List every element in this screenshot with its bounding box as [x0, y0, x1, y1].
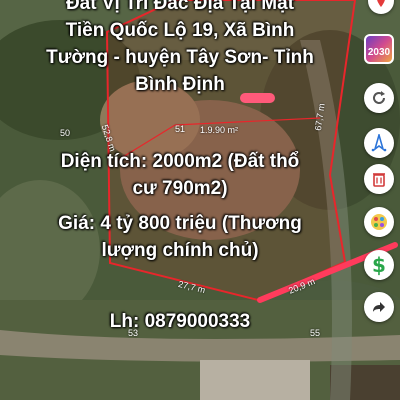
listing-area: Diện tích: 2000m2 (Đất thổ cư 790m2) [15, 148, 345, 202]
compass-button[interactable] [364, 128, 394, 158]
share-icon [373, 302, 385, 312]
title-line: Bình Định [135, 74, 225, 95]
location-pin-icon [377, 0, 385, 7]
listing-phone: Lh: 0879000333 [109, 311, 251, 332]
listing-price: Giá: 4 tỷ 800 triệu (Thương lượng chính … [15, 210, 345, 264]
listing-title: Đất Vị Trí Đắc Địa Tại Mặt Tiền Quốc Lộ … [0, 0, 360, 98]
measure-area: 1.9.90 m² [200, 125, 239, 135]
refresh-button[interactable] [364, 83, 394, 113]
price-button[interactable]: $ [364, 250, 394, 280]
year-badge[interactable]: 2030 [364, 34, 394, 64]
compass-icon [371, 134, 387, 152]
trash-icon [373, 173, 385, 187]
palette-button[interactable] [364, 207, 394, 237]
share-button[interactable] [364, 292, 394, 322]
refresh-icon [373, 91, 385, 104]
price-line: Giá: 4 tỷ 800 triệu (Thương [58, 213, 302, 234]
title-line: Tiền Quốc Lộ 19, Xã Bình [65, 20, 295, 41]
title-line: Tường - huyện Tây Sơn- Tỉnh [46, 47, 314, 68]
delete-button[interactable] [364, 164, 394, 194]
lot-number: 50 [60, 128, 71, 138]
year-badge-label: 2030 [367, 47, 391, 58]
area-line: Diện tích: 2000m2 (Đất thổ [60, 151, 300, 172]
lot-number: 51 [175, 124, 186, 134]
area-line: cư 790m2) [132, 178, 228, 199]
palette-icon [371, 214, 387, 230]
dollar-icon: $ [372, 253, 386, 277]
title-line: Đất Vị Trí Đắc Địa Tại Mặt [65, 0, 295, 14]
price-line: lượng chính chủ) [101, 240, 259, 261]
